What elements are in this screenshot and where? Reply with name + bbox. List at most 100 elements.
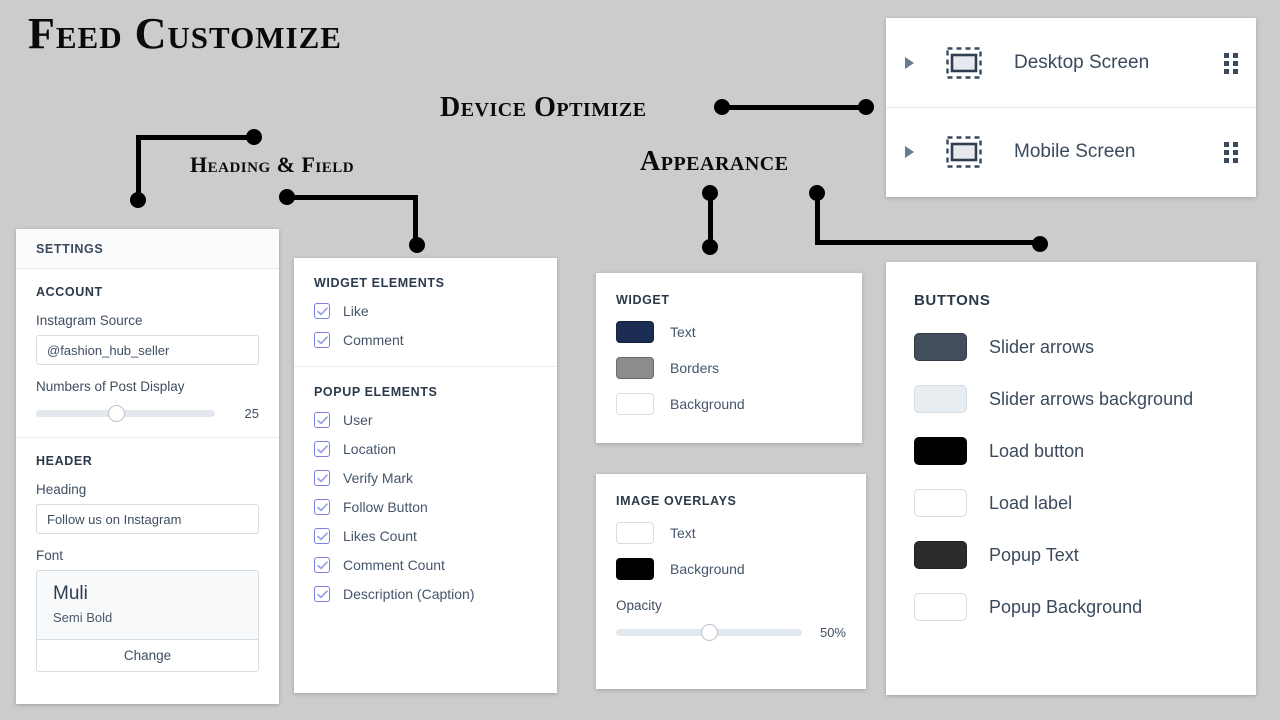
device-row-mobile[interactable]: Mobile Screen — [886, 107, 1256, 196]
color-swatch[interactable] — [914, 333, 967, 361]
checkbox-icon[interactable] — [314, 557, 330, 573]
checkbox-row[interactable]: User — [314, 412, 537, 428]
checkbox-icon[interactable] — [314, 303, 330, 319]
header-section-title: HEADER — [36, 454, 93, 468]
font-preview: Muli Semi Bold — [37, 571, 258, 639]
caret-right-icon[interactable] — [900, 56, 918, 69]
color-swatch-row[interactable]: Load label — [914, 489, 1228, 517]
color-swatch-row[interactable]: Popup Text — [914, 541, 1228, 569]
elements-panel: WIDGET ELEMENTS Like Comment POPUP ELEMEN… — [294, 258, 557, 693]
checkbox-label: Verify Mark — [343, 470, 414, 486]
color-swatch-row[interactable]: Background — [616, 558, 846, 580]
connector-dot-field-left — [279, 189, 295, 205]
checkbox-icon[interactable] — [314, 332, 330, 348]
color-swatch[interactable] — [616, 357, 654, 379]
instagram-source-input[interactable]: @fashion_hub_seller — [36, 335, 259, 365]
connector-dot-appearance-top — [702, 185, 718, 201]
popup-elements-title: POPUP ELEMENTS — [314, 385, 438, 399]
checkbox-label: Like — [343, 303, 369, 319]
color-swatch[interactable] — [616, 558, 654, 580]
color-swatch-row[interactable]: Text — [616, 321, 842, 343]
checkbox-row[interactable]: Verify Mark — [314, 470, 537, 486]
posts-display-slider[interactable] — [36, 405, 215, 422]
connector-dot-buttons-top — [809, 185, 825, 201]
header-section: HEADER Heading Follow us on Instagram Fo… — [16, 437, 279, 688]
color-swatch[interactable] — [616, 321, 654, 343]
drag-handle-icon[interactable] — [1224, 142, 1238, 163]
buttons-section-title: BUTTONS — [914, 292, 991, 309]
connector-dot-buttons-right — [1032, 236, 1048, 252]
checkbox-label: Description (Caption) — [343, 586, 475, 602]
connector-dot-field-bottom — [409, 237, 425, 253]
checkbox-icon[interactable] — [314, 499, 330, 515]
account-section: ACCOUNT Instagram Source @fashion_hub_se… — [16, 269, 279, 437]
widget-color-list: Text Borders Background — [616, 321, 842, 415]
connector-dot-heading-bottom — [130, 192, 146, 208]
color-swatch-row[interactable]: Text — [616, 522, 846, 544]
opacity-slider[interactable] — [616, 624, 802, 641]
font-name: Muli — [53, 583, 88, 604]
checkbox-row[interactable]: Like — [314, 303, 537, 319]
posts-display-label: Numbers of Post Display — [36, 379, 185, 394]
color-swatch[interactable] — [914, 437, 967, 465]
checkbox-label: Comment Count — [343, 557, 445, 573]
annotation-appearance: Appearance — [640, 146, 789, 177]
drag-handle-icon[interactable] — [1224, 52, 1238, 74]
settings-panel: SETTINGS ACCOUNT Instagram Source @fashi… — [16, 229, 279, 704]
connector-device-horizontal — [722, 105, 866, 110]
checkbox-row[interactable]: Follow Button — [314, 499, 537, 515]
annotation-heading-field: Heading & Field — [190, 152, 355, 177]
checkbox-row[interactable]: Description (Caption) — [314, 586, 537, 602]
checkbox-row[interactable]: Location — [314, 441, 537, 457]
color-swatch[interactable] — [914, 593, 967, 621]
color-swatch-label: Background — [670, 396, 745, 412]
checkbox-label: User — [343, 412, 373, 428]
checkbox-row[interactable]: Likes Count — [314, 528, 537, 544]
color-swatch-label: Borders — [670, 360, 720, 376]
buttons-section: BUTTONS Slider arrows Slider arrows backg… — [886, 262, 1256, 651]
caret-right-icon[interactable] — [900, 146, 918, 158]
slider-thumb[interactable] — [700, 624, 718, 641]
popup-elements-section: POPUP ELEMENTS User Location Verify Mark Fo… — [294, 366, 557, 618]
checkbox-icon[interactable] — [314, 412, 330, 428]
checkbox-label: Comment — [343, 332, 404, 348]
checkbox-label: Follow Button — [343, 499, 428, 515]
color-swatch-label: Text — [670, 324, 696, 340]
checkbox-icon[interactable] — [314, 470, 330, 486]
font-selector[interactable]: Muli Semi Bold Change — [36, 570, 259, 672]
color-swatch-row[interactable]: Slider arrows background — [914, 385, 1228, 413]
buttons-panel: BUTTONS Slider arrows Slider arrows backg… — [886, 262, 1256, 695]
opacity-value: 50% — [819, 625, 846, 640]
font-style: Semi Bold — [53, 610, 113, 625]
heading-input[interactable]: Follow us on Instagram — [36, 504, 259, 534]
checkbox-row[interactable]: Comment Count — [314, 557, 537, 573]
overlays-section: IMAGE OVERLAYS Text Background Opacity 50… — [596, 474, 866, 660]
widget-colors-section: WIDGET Text Borders Background — [596, 273, 862, 435]
slider-thumb[interactable] — [108, 405, 126, 422]
color-swatch-row[interactable]: Load button — [914, 437, 1228, 465]
checkbox-icon[interactable] — [314, 586, 330, 602]
color-swatch-label: Popup Background — [989, 596, 1143, 617]
color-swatch[interactable] — [914, 489, 967, 517]
color-swatch[interactable] — [914, 541, 967, 569]
checkbox-label: Location — [343, 441, 396, 457]
checkbox-icon[interactable] — [314, 528, 330, 544]
color-swatch-row[interactable]: Borders — [616, 357, 842, 379]
color-swatch[interactable] — [914, 385, 967, 413]
color-swatch-row[interactable]: Background — [616, 393, 842, 415]
widget-elements-title: WIDGET ELEMENTS — [314, 276, 445, 290]
account-section-title: ACCOUNT — [36, 285, 103, 299]
checkbox-row[interactable]: Comment — [314, 332, 537, 348]
color-swatch-row[interactable]: Popup Background — [914, 593, 1228, 621]
image-overlays-panel: IMAGE OVERLAYS Text Background Opacity 50… — [596, 474, 866, 689]
color-swatch[interactable] — [616, 393, 654, 415]
color-swatch[interactable] — [616, 522, 654, 544]
checkbox-icon[interactable] — [314, 441, 330, 457]
device-row-desktop[interactable]: Desktop Screen — [886, 18, 1256, 107]
color-swatch-row[interactable]: Slider arrows — [914, 333, 1228, 361]
change-font-button[interactable]: Change — [37, 639, 258, 671]
popup-elements-list: User Location Verify Mark Follow Button Like… — [314, 412, 537, 602]
connector-dot-heading-top — [246, 129, 262, 145]
font-label: Font — [36, 548, 64, 563]
annotation-device-optimize: Device Optimize — [440, 92, 647, 123]
